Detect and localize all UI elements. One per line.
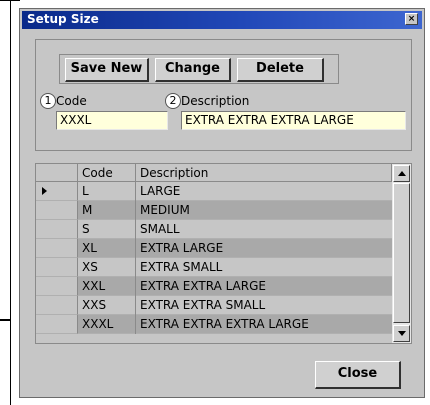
cell-code[interactable]: XXL [78, 277, 136, 296]
row-selector[interactable] [36, 258, 78, 277]
cell-code[interactable]: M [78, 201, 136, 220]
description-field[interactable]: EXTRA EXTRA EXTRA LARGE [181, 111, 406, 130]
cell-description[interactable]: EXTRA SMALL [136, 258, 392, 277]
close-icon[interactable]: × [405, 13, 418, 25]
column-header-code[interactable]: Code [78, 164, 136, 182]
cell-code[interactable]: XS [78, 258, 136, 277]
description-number-badge: 2 [165, 93, 181, 109]
change-button[interactable]: Change [155, 58, 231, 82]
arrow-down-icon [398, 331, 406, 336]
cell-code[interactable]: L [78, 182, 136, 201]
cell-code[interactable]: S [78, 220, 136, 239]
delete-button[interactable]: Delete [237, 58, 324, 82]
row-selector[interactable] [36, 239, 78, 258]
row-selector[interactable] [36, 277, 78, 296]
description-label: Description [181, 94, 250, 108]
row-selector[interactable] [36, 296, 78, 315]
window-title: Setup Size [27, 12, 99, 26]
row-selector-header [36, 164, 78, 182]
background-line [10, 0, 11, 405]
action-toolbar: Save New Change Delete [59, 54, 339, 84]
current-row-arrow-icon [42, 187, 47, 195]
column-header-description[interactable]: Description [136, 164, 392, 182]
row-selector[interactable] [36, 315, 78, 334]
cell-description[interactable]: LARGE [136, 182, 392, 201]
size-grid: Code Description L LARGE M MEDIUM S SMALL XL EX… [35, 163, 412, 344]
setup-size-dialog: Setup Size × Save New Change Delete 1 Co… [19, 8, 425, 398]
cell-description[interactable]: MEDIUM [136, 201, 392, 220]
edit-panel: Save New Change Delete 1 Code 2 Descript… [35, 39, 412, 151]
vertical-scrollbar[interactable] [392, 164, 411, 343]
cell-code[interactable]: XXS [78, 296, 136, 315]
cell-description[interactable]: EXTRA LARGE [136, 239, 392, 258]
cell-description[interactable]: EXTRA EXTRA SMALL [136, 296, 392, 315]
cell-description[interactable]: SMALL [136, 220, 392, 239]
grid-header: Code Description [36, 164, 392, 182]
code-field[interactable]: XXXL [56, 111, 168, 130]
cell-description[interactable]: EXTRA EXTRA EXTRA LARGE [136, 315, 392, 334]
background-line [0, 319, 10, 321]
row-selector[interactable] [36, 201, 78, 220]
cell-code[interactable]: XL [78, 239, 136, 258]
title-bar[interactable]: Setup Size × [22, 11, 422, 29]
row-selector[interactable] [36, 220, 78, 239]
cell-code[interactable]: XXXL [78, 315, 136, 334]
close-button[interactable]: Close [315, 361, 401, 389]
scroll-thumb[interactable] [393, 183, 410, 323]
save-new-button[interactable]: Save New [65, 58, 149, 82]
arrow-up-icon [398, 171, 406, 176]
code-label: Code [56, 94, 87, 108]
cell-description[interactable]: EXTRA EXTRA LARGE [136, 277, 392, 296]
code-number-badge: 1 [40, 93, 56, 109]
scroll-down-button[interactable] [393, 325, 410, 342]
row-selector[interactable] [36, 182, 78, 201]
scroll-up-button[interactable] [393, 165, 410, 182]
